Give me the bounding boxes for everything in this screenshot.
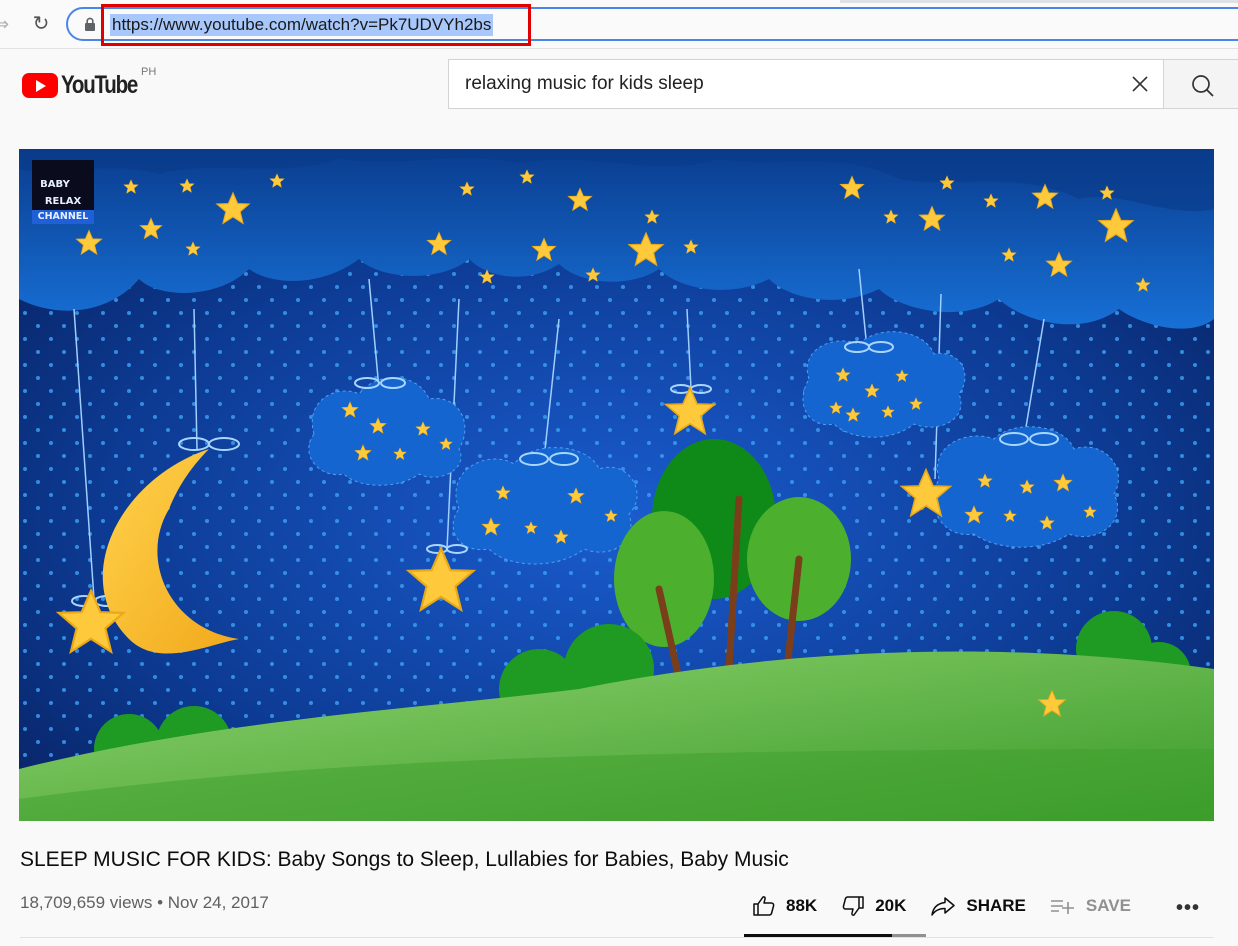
- badge-text-baby: BABY: [40, 179, 70, 190]
- browser-toolbar: ⇒ ↻ https://www.youtube.com/watch?v=Pk7U…: [0, 0, 1238, 49]
- upload-date: Nov 24, 2017: [167, 893, 269, 912]
- youtube-wordmark: YouTube: [61, 70, 138, 99]
- more-actions-button[interactable]: •••: [1176, 897, 1200, 920]
- dislike-button[interactable]: 20K: [841, 894, 906, 918]
- video-meta: 18,709,659 views • Nov 24, 2017: [20, 893, 269, 913]
- like-button[interactable]: 88K: [752, 894, 817, 918]
- search-input[interactable]: relaxing music for kids sleep: [448, 59, 1164, 109]
- thumbs-down-icon: [842, 896, 864, 916]
- like-count: 88K: [786, 896, 818, 915]
- share-label: SHARE: [966, 896, 1026, 915]
- thumbs-up-icon: [753, 896, 775, 916]
- save-label: SAVE: [1085, 896, 1131, 915]
- video-actions: 88K 20K SHARE SAVE: [752, 893, 1155, 919]
- playlist-add-icon: [1050, 900, 1074, 914]
- badge-text-channel: CHANNEL: [32, 210, 94, 224]
- video-player[interactable]: BABY RELAX CHANNEL: [19, 149, 1214, 821]
- search-button[interactable]: [1163, 59, 1238, 109]
- dislike-count: 20K: [875, 896, 907, 915]
- section-divider: [20, 937, 1214, 938]
- search-query[interactable]: relaxing music for kids sleep: [465, 73, 704, 95]
- url-annotation-box: [101, 4, 531, 46]
- youtube-play-icon: [22, 72, 58, 98]
- share-button[interactable]: SHARE: [930, 894, 1026, 918]
- channel-watermark: BABY RELAX CHANNEL: [32, 160, 94, 224]
- lock-icon: [85, 17, 95, 31]
- meta-separator: •: [157, 893, 164, 912]
- forward-icon[interactable]: ⇒: [0, 14, 12, 34]
- save-button[interactable]: SAVE: [1050, 894, 1131, 918]
- reload-icon[interactable]: ↻: [30, 12, 52, 36]
- share-icon: [931, 897, 956, 916]
- tab-strip-edge: [840, 0, 1238, 3]
- youtube-logo[interactable]: YouTube: [22, 70, 154, 99]
- close-icon[interactable]: [1127, 71, 1153, 97]
- country-code: PH: [141, 66, 157, 78]
- view-count: 18,709,659 views: [20, 893, 153, 912]
- video-title: SLEEP MUSIC FOR KIDS: Baby Songs to Slee…: [20, 848, 789, 871]
- badge-text-relax: RELAX: [44, 196, 82, 207]
- search-icon: [1192, 75, 1214, 97]
- video-frame-illustration: [19, 149, 1214, 821]
